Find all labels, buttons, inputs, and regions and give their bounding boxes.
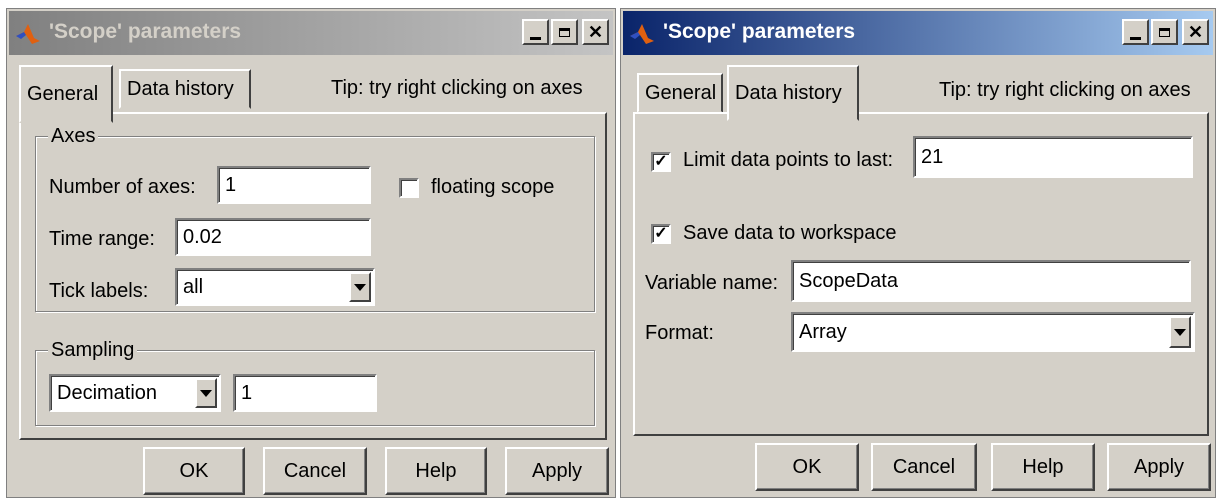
tab-data-history[interactable]: Data history: [727, 65, 859, 121]
cancel-button[interactable]: Cancel: [263, 447, 367, 495]
tab-data-history[interactable]: Data history: [119, 69, 251, 109]
cancel-button[interactable]: Cancel: [871, 443, 977, 491]
chevron-down-icon[interactable]: [195, 378, 217, 408]
apply-button[interactable]: Apply: [505, 447, 609, 495]
number-of-axes-value: 1: [225, 173, 237, 196]
sampling-factor-input[interactable]: 1: [233, 374, 377, 412]
checkmark-icon: ✓: [654, 153, 668, 170]
sampling-factor-value: 1: [241, 381, 253, 404]
format-value: Array: [799, 320, 847, 343]
close-icon[interactable]: ✕: [582, 19, 609, 45]
tab-data-history-label: Data history: [127, 77, 234, 100]
sampling-group-label: Sampling: [48, 339, 138, 362]
time-range-value: 0.02: [183, 225, 222, 248]
scope-parameters-dialog-general: 'Scope' parameters ✕ General Data histor…: [6, 8, 616, 498]
title-bar[interactable]: 'Scope' parameters ✕: [9, 11, 613, 55]
tick-labels-select[interactable]: all: [175, 268, 375, 306]
tick-labels-label: Tick labels:: [49, 280, 149, 302]
checkmark-icon: ✓: [654, 225, 668, 242]
help-button[interactable]: Help: [991, 443, 1095, 491]
axes-group-label: Axes: [48, 125, 99, 148]
tick-labels-value: all: [183, 275, 204, 298]
ok-button[interactable]: OK: [143, 447, 245, 495]
help-button[interactable]: Help: [385, 447, 487, 495]
scope-parameters-dialog-data-history: 'Scope' parameters ✕ General Data histor…: [620, 8, 1216, 498]
ok-button[interactable]: OK: [755, 443, 859, 491]
limit-data-points-checkbox[interactable]: ✓: [651, 152, 671, 172]
sampling-mode-select[interactable]: Decimation: [49, 374, 221, 412]
tip-text: Tip: try right clicking on axes: [331, 77, 583, 99]
time-range-label: Time range:: [49, 228, 155, 250]
floating-scope-checkbox[interactable]: [399, 178, 419, 198]
sampling-mode-value: Decimation: [57, 381, 158, 404]
floating-scope-label: floating scope: [431, 176, 555, 198]
limit-data-points-input[interactable]: 21: [913, 136, 1193, 178]
maximize-icon[interactable]: [551, 19, 578, 45]
variable-name-label: Variable name:: [645, 272, 779, 294]
save-to-workspace-label: Save data to workspace: [683, 222, 897, 244]
limit-data-points-value: 21: [921, 145, 944, 168]
variable-name-value: ScopeData: [799, 269, 898, 292]
close-icon[interactable]: ✕: [1182, 19, 1209, 45]
title-bar[interactable]: 'Scope' parameters ✕: [623, 11, 1213, 55]
data-history-panel: ✓ Limit data points to last: 21 ✓ Save d…: [633, 112, 1209, 436]
window-title: 'Scope' parameters: [663, 20, 856, 43]
minimize-icon[interactable]: [1122, 19, 1149, 45]
tip-text: Tip: try right clicking on axes: [939, 79, 1191, 101]
tab-general[interactable]: General: [637, 73, 723, 113]
format-select[interactable]: Array: [791, 312, 1195, 352]
time-range-input[interactable]: 0.02: [175, 218, 371, 256]
matlab-logo-icon: [630, 24, 654, 44]
format-label: Format:: [645, 322, 714, 344]
tab-data-history-label: Data history: [735, 81, 842, 104]
save-to-workspace-checkbox[interactable]: ✓: [651, 224, 671, 244]
chevron-down-icon[interactable]: [349, 272, 371, 302]
apply-button[interactable]: Apply: [1107, 443, 1211, 491]
window-title: 'Scope' parameters: [49, 20, 242, 43]
minimize-icon[interactable]: [522, 19, 549, 45]
variable-name-input[interactable]: ScopeData: [791, 260, 1191, 302]
chevron-down-icon[interactable]: [1169, 316, 1191, 348]
matlab-logo-icon: [16, 24, 40, 44]
number-of-axes-input[interactable]: 1: [217, 166, 371, 204]
number-of-axes-label: Number of axes:: [49, 176, 196, 198]
tab-general[interactable]: General: [19, 65, 113, 123]
general-panel: Axes Number of axes: 1 floating scope Ti…: [19, 112, 607, 440]
maximize-icon[interactable]: [1151, 19, 1178, 45]
tab-general-label: General: [27, 82, 99, 105]
limit-data-points-label: Limit data points to last:: [683, 149, 894, 171]
tab-general-label: General: [645, 81, 717, 104]
